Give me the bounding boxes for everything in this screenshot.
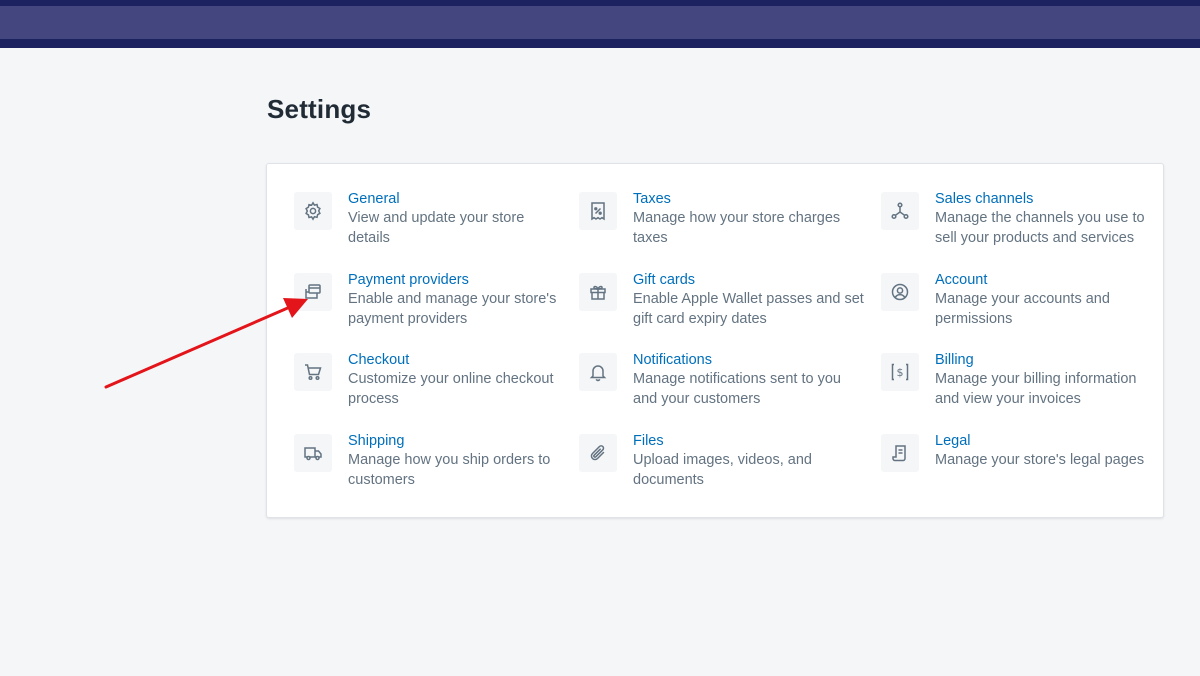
settings-item-gift-cards[interactable]: Gift cards Enable Apple Wallet passes an… [579,271,864,329]
paperclip-icon [579,434,617,472]
payment-providers-desc-line1: Enable and manage your store's [348,291,557,307]
settings-item-notifications[interactable]: Notifications Manage notifications sent … [579,351,841,409]
files-title[interactable]: Files [633,432,812,451]
account-desc-line1: Manage your accounts and [935,291,1110,307]
settings-item-shipping[interactable]: Shipping Manage how you ship orders to c… [294,432,551,490]
checkout-desc-line1: Customize your online checkout [348,371,554,387]
gear-icon [294,192,332,230]
billing-icon: $ [881,353,919,391]
payment-providers-desc-line2: payment providers [348,310,468,327]
svg-text:$: $ [897,366,904,379]
gift-cards-desc-line2: gift card expiry dates [633,310,767,327]
shipping-title[interactable]: Shipping [348,432,550,451]
page-title: Settings [267,94,372,124]
sales-channels-desc-line1: Manage the channels you use to [935,210,1145,226]
account-desc-line2: permissions [935,310,1013,327]
notifications-title[interactable]: Notifications [633,351,841,370]
notifications-desc-line1: Manage notifications sent to you [633,371,841,387]
general-desc-line1: View and update your store [348,210,525,226]
settings-item-legal[interactable]: Legal Manage your store's legal pages [881,432,1145,472]
payment-icon [294,273,332,311]
gift-icon [579,273,617,311]
account-title[interactable]: Account [935,271,1110,290]
shipping-desc-line2: customers [348,471,415,488]
truck-icon [294,434,332,472]
settings-item-taxes[interactable]: Taxes Manage how your store charges taxe… [579,190,841,248]
cart-icon [294,353,332,391]
sales-channels-desc-line2: sell your products and services [935,229,1135,246]
settings-item-general[interactable]: General View and update your store detai… [294,190,525,248]
tax-receipt-icon [579,192,617,230]
files-desc-line2: documents [633,471,704,488]
settings-item-billing[interactable]: $ Billing Manage your billing informatio… [881,351,1137,409]
taxes-desc-line1: Manage how your store charges [633,210,841,226]
account-icon [881,273,919,311]
channels-icon [881,192,919,230]
billing-desc-line1: Manage your billing information [935,371,1137,387]
settings-item-account[interactable]: Account Manage your accounts and permiss… [881,271,1110,329]
taxes-desc-line2: taxes [633,229,668,246]
billing-title[interactable]: Billing [935,351,1137,370]
billing-desc-line2: and view your invoices [935,390,1081,407]
settings-item-files[interactable]: Files Upload images, videos, and documen… [579,432,812,490]
files-desc-line1: Upload images, videos, and [633,452,812,468]
settings-card: General View and update your store detai… [266,163,1164,518]
settings-item-checkout[interactable]: Checkout Customize your online checkout … [294,351,554,409]
bell-icon [579,353,617,391]
legal-title[interactable]: Legal [935,432,1144,451]
gift-cards-desc-line1: Enable Apple Wallet passes and set [633,291,864,307]
legal-document-icon [881,434,919,472]
checkout-desc-line2: process [348,390,399,407]
taxes-title[interactable]: Taxes [633,190,840,209]
checkout-title[interactable]: Checkout [348,351,554,370]
legal-desc-line1: Manage your store's legal pages [935,452,1145,468]
settings-item-sales-channels[interactable]: Sales channels Manage the channels you u… [881,190,1145,248]
shipping-desc-line1: Manage how you ship orders to [348,452,551,468]
general-title[interactable]: General [348,190,524,209]
gift-cards-title[interactable]: Gift cards [633,271,864,290]
sales-channels-title[interactable]: Sales channels [935,190,1145,209]
top-bar [0,0,1200,48]
general-desc-line2: details [348,229,390,246]
notifications-desc-line2: and your customers [633,390,761,407]
payment-providers-title[interactable]: Payment providers [348,271,556,290]
settings-item-payment-providers[interactable]: Payment providers Enable and manage your… [294,271,557,329]
